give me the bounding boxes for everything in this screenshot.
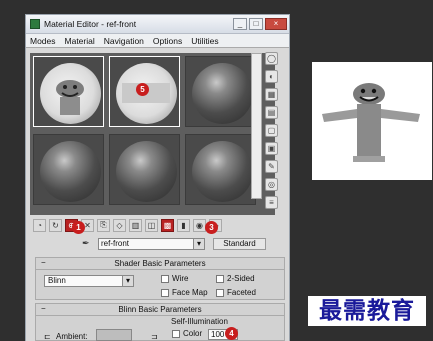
sample-slots: 5 — [30, 53, 275, 215]
material-type-button[interactable]: Standard — [213, 238, 266, 250]
close-button[interactable]: × — [265, 18, 287, 30]
material-sphere — [192, 141, 253, 202]
make-preview-icon[interactable]: ▣ — [265, 142, 278, 155]
menu-options[interactable]: Options — [153, 36, 182, 46]
annotation-badge: 4 — [225, 327, 238, 340]
blinn-basic-rollout: − Blinn Basic Parameters Self-Illuminati… — [35, 303, 285, 341]
shader-value: Blinn — [48, 276, 66, 285]
wire-option[interactable]: Wire — [161, 274, 188, 283]
app-icon — [30, 19, 40, 29]
material-navigator-icon[interactable]: ≡ — [265, 196, 278, 209]
side-toolbar: ◯ ◐ ▦ ▤ ▢ ▣ ✎ ◎ ≡ — [265, 52, 279, 232]
material-sphere — [40, 141, 101, 202]
self-illum-label: Self-Illumination — [171, 317, 228, 326]
sample-slot[interactable] — [33, 134, 104, 205]
show-end-result-icon[interactable]: ▮ — [177, 218, 190, 232]
option-label: Color — [183, 329, 203, 338]
sample-slot[interactable] — [185, 134, 256, 205]
material-name-row: ✒ ref-front ▾ Standard — [82, 237, 340, 251]
two-sided-option[interactable]: 2-Sided — [216, 274, 255, 283]
chevron-down-icon[interactable]: ▾ — [193, 239, 204, 249]
sample-slot[interactable] — [109, 134, 180, 205]
checkbox[interactable] — [172, 329, 180, 338]
option-label: Face Map — [172, 288, 208, 297]
faceted-option[interactable]: Faceted — [216, 288, 256, 297]
unique-icon[interactable]: ◇ — [113, 218, 126, 232]
ambient-label: Ambient: — [56, 332, 88, 341]
sample-type-icon[interactable]: ◯ — [265, 52, 278, 65]
character-model-image — [322, 83, 420, 162]
get-material-icon[interactable]: ◔ — [33, 218, 46, 232]
annotation-badge: 3 — [205, 221, 218, 234]
checkbox[interactable] — [161, 288, 169, 297]
option-label: 2-Sided — [227, 274, 255, 283]
chevron-down-icon[interactable]: ▾ — [122, 276, 133, 286]
shader-basic-rollout: − Shader Basic Parameters Blinn ▾ Wire 2… — [35, 257, 285, 300]
face-map-option[interactable]: Face Map — [161, 288, 208, 297]
rollout-header[interactable]: − Blinn Basic Parameters — [36, 304, 284, 316]
backlight-icon[interactable]: ◐ — [265, 70, 278, 83]
ambient-swatch[interactable] — [96, 329, 132, 341]
textured-sphere — [40, 63, 101, 124]
uv-tiling-icon[interactable]: ▤ — [265, 106, 278, 119]
menu-modes[interactable]: Modes — [30, 36, 56, 46]
brand-watermark: 最需教育 — [308, 296, 426, 326]
checkbox[interactable] — [216, 274, 224, 283]
menu-utilities[interactable]: Utilities — [191, 36, 218, 46]
material-sphere — [192, 63, 253, 124]
go-to-parent-icon[interactable]: ◉ — [193, 218, 206, 232]
options-icon[interactable]: ✎ — [265, 160, 278, 173]
annotation-badge: 5 — [136, 83, 149, 96]
rollout-title: Shader Basic Parameters — [114, 259, 206, 268]
put-to-scene-icon[interactable]: ↻ — [49, 218, 62, 232]
eyedropper-icon[interactable]: ✒ — [82, 238, 96, 250]
checkbox[interactable] — [216, 288, 224, 297]
slots-scrollbar[interactable] — [251, 53, 262, 199]
copy-icon[interactable]: ⎘ — [97, 218, 110, 232]
checkbox[interactable] — [161, 274, 169, 283]
window-title: Material Editor - ref-front — [44, 19, 137, 29]
menu-navigation[interactable]: Navigation — [104, 36, 144, 46]
menu-bar: Modes Material Navigation Options Utilit… — [26, 34, 289, 48]
material-name-field[interactable]: ref-front ▾ — [98, 238, 205, 250]
rollout-title: Blinn Basic Parameters — [118, 305, 202, 314]
menu-material[interactable]: Material — [65, 36, 95, 46]
sample-slot[interactable] — [185, 56, 256, 127]
collapse-icon[interactable]: − — [41, 304, 46, 313]
title-bar: Material Editor - ref-front _ □ × — [26, 15, 289, 34]
collapse-icon[interactable]: − — [41, 258, 46, 267]
video-check-icon[interactable]: ▢ — [265, 124, 278, 137]
select-by-material-icon[interactable]: ◎ — [265, 178, 278, 191]
sample-slot[interactable]: 5 — [109, 56, 180, 127]
lock-icon[interactable]: ⊏ — [44, 332, 51, 341]
self-illum-color-option[interactable]: Color — [172, 329, 202, 338]
rollout-header[interactable]: − Shader Basic Parameters — [36, 258, 284, 270]
shader-dropdown[interactable]: Blinn ▾ — [44, 275, 134, 287]
material-sphere — [116, 141, 177, 202]
put-to-library-icon[interactable]: ▥ — [129, 218, 142, 232]
material-name-value: ref-front — [101, 239, 130, 248]
maximize-button[interactable]: □ — [249, 18, 263, 30]
background-icon[interactable]: ▦ — [265, 88, 278, 101]
show-map-icon[interactable]: ▩ — [161, 218, 174, 232]
option-label: Faceted — [227, 288, 256, 297]
material-effects-icon[interactable]: ◫ — [145, 218, 158, 232]
annotation-badge: 1 — [72, 221, 85, 234]
option-label: Wire — [172, 274, 189, 283]
link-icon[interactable]: ⊐ — [151, 332, 158, 341]
screen: Material Editor - ref-front _ □ × Modes … — [0, 0, 433, 341]
sample-slot[interactable] — [33, 56, 104, 127]
render-preview — [312, 62, 432, 180]
minimize-button[interactable]: _ — [233, 18, 247, 30]
